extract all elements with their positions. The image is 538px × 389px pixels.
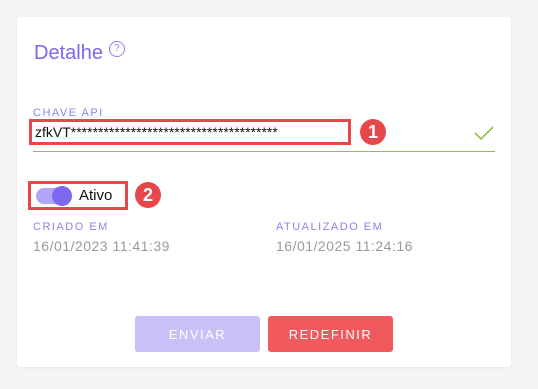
reset-button[interactable]: REDEFINIR [268,316,393,352]
active-label: Ativo [79,187,113,204]
help-icon[interactable]: ? [108,40,125,57]
page-title: Detalhe ? [34,40,125,65]
api-key-label: CHAVE API [33,107,104,119]
toggle-knob[interactable] [52,186,72,206]
check-icon [474,126,494,141]
title-text: Detalhe [34,42,103,64]
detail-card: Detalhe ? CHAVE API zfkVT***************… [17,17,511,367]
created-value: 16/01/2023 11:41:39 [33,238,170,254]
annotation-badge-1: 1 [360,119,386,145]
updated-label: ATUALIZADO EM [276,221,384,233]
send-button[interactable]: ENVIAR [135,316,260,352]
updated-value: 16/01/2025 11:24:16 [276,238,413,254]
active-toggle[interactable] [36,186,72,206]
annotation-badge-2: 2 [135,182,161,208]
created-label: CRIADO EM [33,221,109,233]
annotation-box-1 [29,119,351,145]
